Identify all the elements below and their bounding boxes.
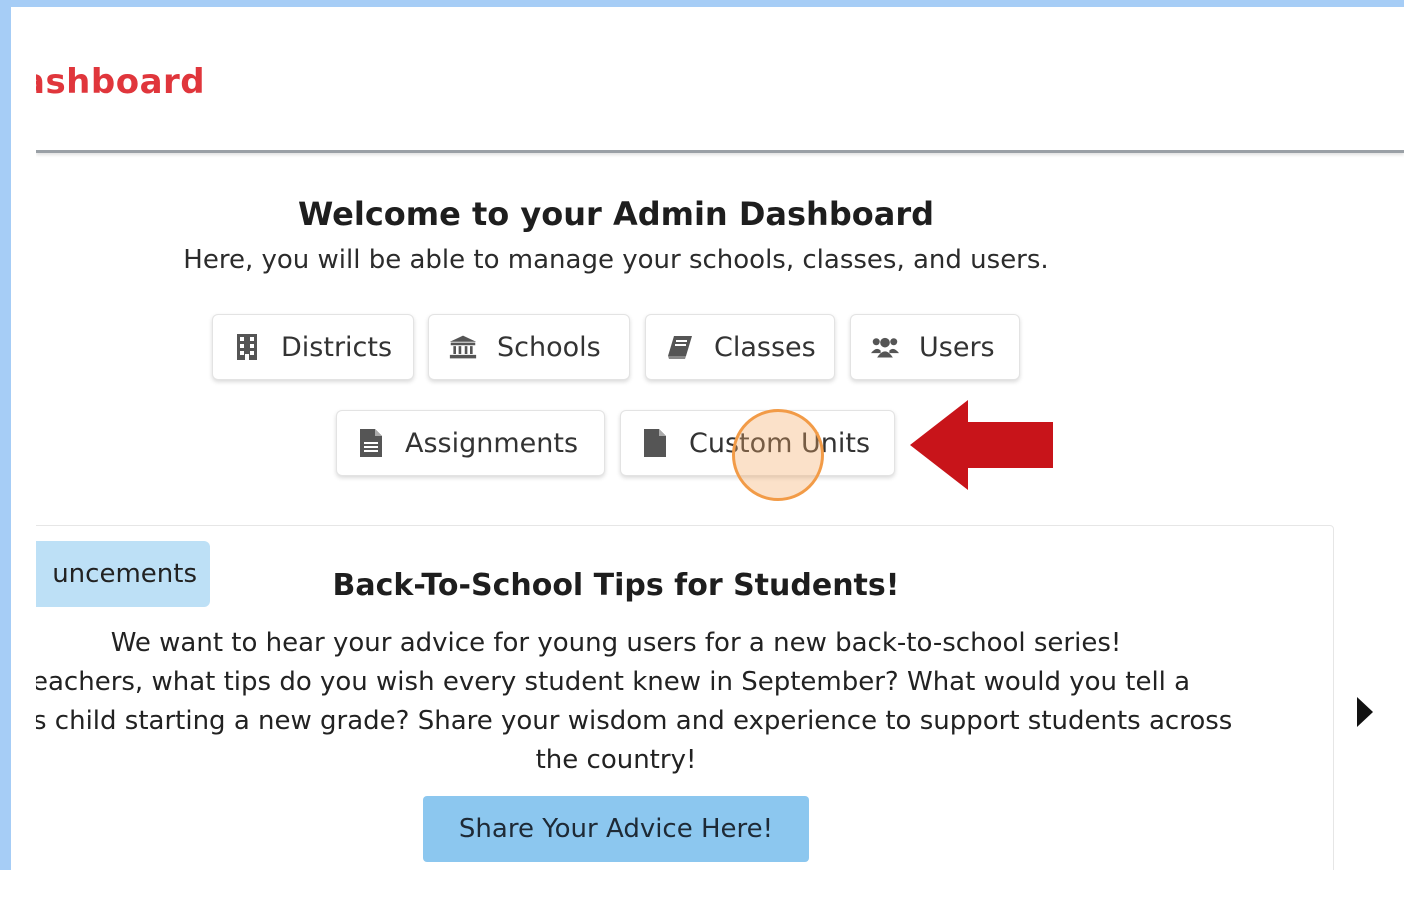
building-icon xyxy=(233,332,261,362)
announcement-line-1: We want to hear your advice for young us… xyxy=(110,628,1122,658)
frame-left xyxy=(0,0,11,898)
dashboard-viewport: ashboard Welcome to your Admin Dashboard… xyxy=(36,40,1404,870)
users-icon xyxy=(871,332,899,362)
file-icon xyxy=(641,428,669,458)
assignments-label: Assignments xyxy=(405,427,579,459)
users-button[interactable]: Users xyxy=(850,314,1020,380)
announcement-line-3: s child starting a new grade? Share your… xyxy=(36,706,1233,736)
users-label: Users xyxy=(919,331,995,363)
announcement-title: Back-To-School Tips for Students! xyxy=(332,568,900,603)
districts-label: Districts xyxy=(281,331,393,363)
top-header: ashboard xyxy=(36,40,1404,153)
caret-right-icon xyxy=(1357,697,1373,727)
carousel-next-button[interactable] xyxy=(1353,695,1377,729)
announcement-line-2: eachers, what tips do you wish every stu… xyxy=(36,667,1191,697)
welcome-subtitle: Here, you will be able to manage your sc… xyxy=(183,245,1049,275)
classes-label: Classes xyxy=(714,331,816,363)
share-advice-button[interactable]: Share Your Advice Here! xyxy=(423,796,809,862)
landmark-icon xyxy=(449,332,477,362)
assignments-button[interactable]: Assignments xyxy=(336,410,605,476)
schools-button[interactable]: Schools xyxy=(428,314,630,380)
classes-button[interactable]: Classes xyxy=(645,314,835,380)
frame-bottom xyxy=(0,870,1404,898)
click-highlight-circle xyxy=(732,409,824,501)
frame-top xyxy=(0,0,1404,7)
book-icon xyxy=(666,332,694,362)
dashboard-title: ashboard xyxy=(36,62,206,102)
districts-button[interactable]: Districts xyxy=(212,314,414,380)
announcement-line-4: the country! xyxy=(535,745,697,775)
schools-label: Schools xyxy=(497,331,601,363)
file-text-icon xyxy=(357,428,385,458)
welcome-title: Welcome to your Admin Dashboard xyxy=(298,195,934,233)
red-arrow-icon xyxy=(910,400,1053,490)
